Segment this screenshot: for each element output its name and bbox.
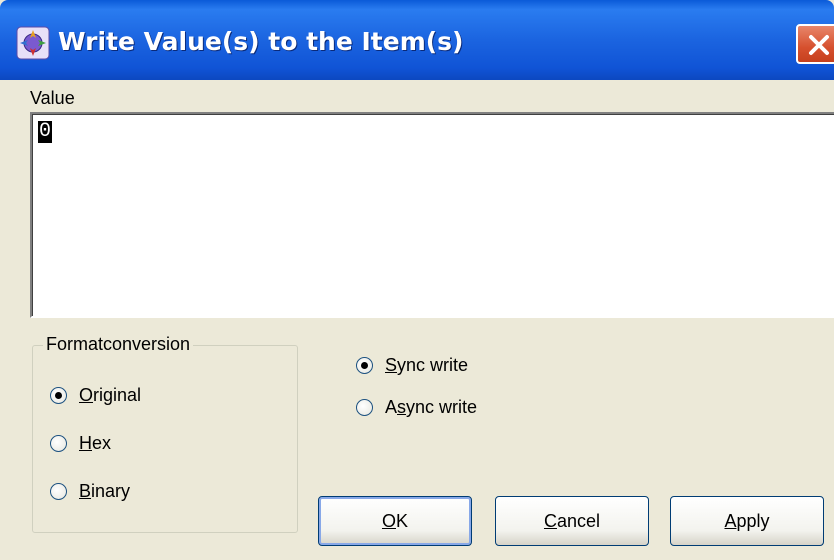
radio-sync-write-label: Sync write [385, 355, 469, 375]
radio-async-write[interactable]: Async write [356, 397, 477, 418]
cancel-button-label: Cancel [543, 510, 601, 531]
value-label: Value [30, 88, 75, 108]
cancel-button[interactable]: Cancel [495, 496, 649, 546]
radio-binary[interactable]: Binary [50, 481, 130, 502]
radio-original-indicator[interactable] [50, 387, 67, 404]
app-icon [16, 26, 50, 60]
format-conversion-legend: Formatconversion [43, 334, 194, 355]
window-title: Write Value(s) to the Item(s) [58, 27, 464, 56]
radio-hex-label: Hex [79, 433, 112, 453]
radio-async-write-label: Async write [385, 397, 478, 417]
value-text: 0 [38, 120, 53, 143]
radio-original[interactable]: Original [50, 385, 141, 406]
ok-button[interactable]: OK [318, 496, 472, 546]
radio-original-label: Original [79, 385, 142, 405]
radio-hex-indicator[interactable] [50, 435, 67, 452]
close-icon [809, 35, 829, 55]
radio-sync-write-indicator[interactable] [356, 357, 373, 374]
title-bar[interactable]: Write Value(s) to the Item(s) [0, 0, 834, 80]
radio-sync-write[interactable]: Sync write [356, 355, 468, 376]
value-textarea[interactable]: 0 [30, 112, 834, 318]
radio-hex[interactable]: Hex [50, 433, 111, 454]
radio-binary-label: Binary [79, 481, 131, 501]
radio-binary-indicator[interactable] [50, 483, 67, 500]
close-button[interactable] [796, 24, 834, 64]
apply-button-label: Apply [724, 510, 770, 531]
radio-async-write-indicator[interactable] [356, 399, 373, 416]
apply-button[interactable]: Apply [670, 496, 824, 546]
ok-button-label: OK [381, 510, 409, 531]
